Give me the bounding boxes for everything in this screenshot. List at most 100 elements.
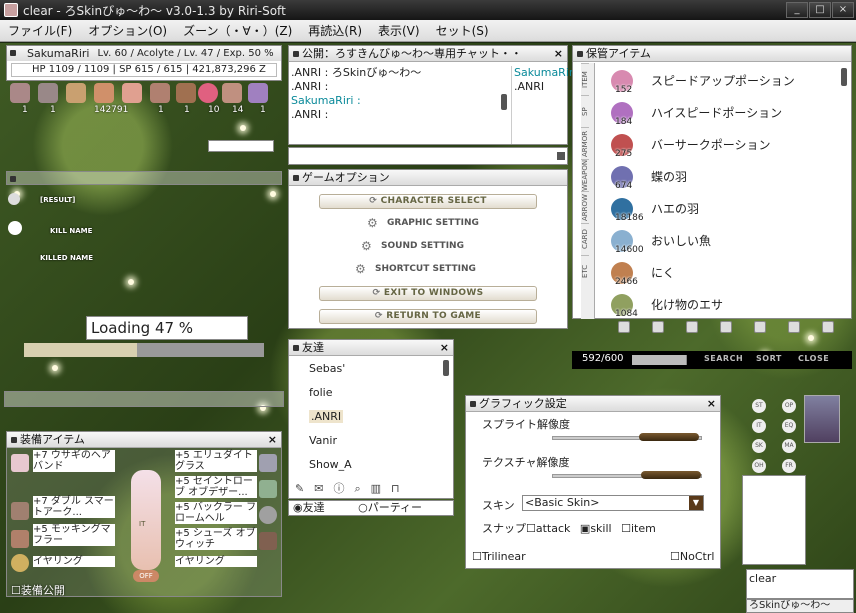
noctrl-option[interactable]: ☐NoCtrl bbox=[670, 550, 714, 563]
status-toggle-button[interactable]: ST bbox=[752, 399, 766, 413]
game-options-header[interactable]: ゲームオプション bbox=[289, 170, 567, 186]
equip-slot-accessory-right[interactable]: イヤリング bbox=[175, 556, 257, 567]
equipment-header[interactable]: 装備アイテム × bbox=[7, 432, 281, 448]
storage-item[interactable]: 275 バーサークポーション bbox=[601, 129, 837, 161]
graphics-settings-window[interactable]: グラフィック設定 × スプライト解像度 テクスチャ解像度 スキン <Basic … bbox=[465, 395, 721, 569]
trash-icon[interactable]: ▥ bbox=[371, 482, 391, 495]
equip-slot-shield[interactable]: +5 バックラー フロームヘル bbox=[175, 502, 257, 524]
result-panel-header[interactable] bbox=[6, 171, 282, 185]
hotkey-slot-6-icon[interactable] bbox=[150, 83, 170, 103]
mini-window[interactable] bbox=[742, 475, 806, 565]
minimize-button[interactable]: _ bbox=[786, 2, 808, 18]
snap-skill-label[interactable]: skill bbox=[590, 522, 611, 535]
tab-party[interactable]: パーティー bbox=[368, 501, 422, 514]
slider-knob[interactable] bbox=[641, 471, 701, 479]
friends-window[interactable]: 友達 × Sebas' folie .ANRI Vanir Show_A ✎✉ⓘ… bbox=[288, 339, 454, 499]
equip-toggle-button[interactable]: EQ bbox=[782, 419, 796, 433]
checkbox-icon[interactable]: ☐ bbox=[472, 550, 482, 563]
info-icon[interactable]: ⓘ bbox=[333, 482, 354, 495]
tab-card[interactable]: CARD bbox=[581, 223, 589, 255]
tab-arrow[interactable]: ARROW bbox=[581, 191, 589, 223]
equip-slot-accessory-left[interactable]: イヤリング bbox=[33, 556, 115, 567]
option-toggle-button[interactable]: OP bbox=[782, 399, 796, 413]
storage-item[interactable]: 18186 ハエの羽 bbox=[601, 193, 837, 225]
storage-slot[interactable] bbox=[618, 321, 630, 333]
storage-slot[interactable] bbox=[754, 321, 766, 333]
search-button[interactable]: SEARCH bbox=[704, 354, 743, 363]
map-chat-box[interactable]: clear bbox=[746, 569, 854, 599]
friend-item[interactable]: Show_A bbox=[309, 458, 352, 471]
menu-options[interactable]: オプション(O) bbox=[80, 22, 175, 39]
menu-view[interactable]: 表示(V) bbox=[370, 22, 428, 39]
storage-slot[interactable] bbox=[822, 321, 834, 333]
skill-toggle-button[interactable]: SK bbox=[752, 439, 766, 453]
friends-scrollbar[interactable] bbox=[443, 360, 449, 376]
game-options-window[interactable]: ゲームオプション ⟳ CHARACTER SELECT ⚙ GRAPHIC SET… bbox=[288, 169, 568, 329]
checkbox-icon[interactable]: ☐ bbox=[11, 584, 21, 597]
close-button[interactable]: × bbox=[832, 2, 854, 18]
snap-item-label[interactable]: item bbox=[631, 522, 656, 535]
equip-public-option[interactable]: ☐装備公開 bbox=[11, 582, 65, 598]
close-icon[interactable]: × bbox=[440, 340, 449, 355]
storage-window[interactable]: 保管アイテム ITEM SP ARMOR WEAPON ARROW CARD E… bbox=[572, 45, 852, 319]
hotkey-slot-3-icon[interactable] bbox=[66, 83, 86, 103]
tab-item[interactable]: ITEM bbox=[581, 63, 589, 95]
equip-off-toggle[interactable]: OFF bbox=[133, 570, 159, 582]
resize-icon[interactable] bbox=[557, 152, 565, 160]
storage-item[interactable]: 674 蝶の羽 bbox=[601, 161, 837, 193]
menu-zoom[interactable]: ズーン（・∀・）(Z) bbox=[175, 22, 300, 39]
tab-etc[interactable]: ETC bbox=[581, 255, 589, 287]
friend-item[interactable]: Vanir bbox=[309, 434, 337, 447]
sound-setting-button[interactable]: ⚙ SOUND SETTING bbox=[361, 239, 464, 253]
hotkey-slot-7-icon[interactable] bbox=[176, 83, 196, 103]
skin-select[interactable]: <Basic Skin> ▼ bbox=[522, 495, 704, 511]
sprite-resolution-slider[interactable] bbox=[552, 433, 702, 441]
sort-button[interactable]: SORT bbox=[756, 354, 782, 363]
hotkey-input[interactable] bbox=[208, 140, 274, 152]
collapsed-panel[interactable] bbox=[4, 391, 284, 407]
trilinear-option[interactable]: ☐Trilinear bbox=[472, 550, 526, 563]
maximize-button[interactable]: □ bbox=[809, 2, 831, 18]
friends-header[interactable]: 友達 × bbox=[289, 340, 453, 356]
hotkey-slot-1-icon[interactable] bbox=[10, 83, 30, 103]
hotkey-slot-2-icon[interactable] bbox=[38, 83, 58, 103]
it-label[interactable]: IT bbox=[139, 520, 145, 528]
exit-to-windows-button[interactable]: ⟳ EXIT TO WINDOWS bbox=[319, 286, 537, 301]
close-icon[interactable]: × bbox=[554, 46, 563, 61]
note-icon[interactable]: ✎ bbox=[295, 482, 314, 495]
graphics-header[interactable]: グラフィック設定 × bbox=[466, 396, 720, 412]
hotkey-slot-4-icon[interactable] bbox=[94, 83, 114, 103]
tab-sp[interactable]: SP bbox=[581, 95, 589, 127]
equip-slot-head[interactable]: +7 ウサギのヘアバンド bbox=[33, 450, 115, 472]
friend-item[interactable]: folie bbox=[309, 386, 332, 399]
equipment-window[interactable]: 装備アイテム × +7 ウサギのヘアバンド +7 ダブル スマートアーク... … bbox=[6, 431, 282, 597]
tab-friends[interactable]: 友達 bbox=[303, 501, 325, 514]
hotkey-slot-9-icon[interactable] bbox=[222, 83, 242, 103]
chevron-down-icon[interactable]: ▼ bbox=[689, 496, 703, 510]
chat-window[interactable]: 公開：ろすきんびゅ～わ～専用チャット・・ × .ANRI : ろSkinびゅ～わ… bbox=[288, 45, 573, 145]
radio-icon[interactable]: ○ bbox=[358, 501, 368, 514]
close-icon[interactable]: × bbox=[707, 396, 716, 411]
map-toggle-button[interactable]: MA bbox=[782, 439, 796, 453]
friend-item-selected[interactable]: .ANRI bbox=[309, 410, 344, 423]
search-icon[interactable]: ⌕ bbox=[354, 482, 370, 495]
storage-item[interactable]: 184 ハイスピードポーション bbox=[601, 97, 837, 129]
status-header[interactable]: SakumaRiri Lv. 60 / Acolyte / Lv. 47 / E… bbox=[7, 46, 281, 61]
game-viewport[interactable]: SakumaRiri Lv. 60 / Acolyte / Lv. 47 / E… bbox=[0, 43, 856, 613]
hotkey-slot-5-icon[interactable] bbox=[122, 83, 142, 103]
tab-armor[interactable]: ARMOR bbox=[581, 127, 589, 159]
equip-slot-glasses[interactable]: +5 エリュダイトグラス bbox=[175, 450, 257, 472]
storage-item[interactable]: 1084 化け物のエサ bbox=[601, 289, 837, 321]
equip-slot-garment[interactable]: +5 モッキングマフラー bbox=[33, 524, 115, 546]
checkbox-icon[interactable]: ☐ bbox=[526, 522, 536, 535]
close-storage-button[interactable]: CLOSE bbox=[798, 354, 829, 363]
radio-selected-icon[interactable]: ◉ bbox=[293, 501, 303, 514]
equip-slot-armor[interactable]: +5 セイントローブ オブデザー... bbox=[175, 476, 257, 498]
checkbox-checked-icon[interactable]: ▣ bbox=[580, 522, 590, 535]
chat-name[interactable]: SakumaRir bbox=[514, 66, 573, 80]
equip-slot-shoes[interactable]: +5 シューズ オブ ウィッチ bbox=[175, 528, 257, 550]
storage-slot[interactable] bbox=[686, 321, 698, 333]
menu-reload[interactable]: 再読込(R) bbox=[300, 22, 370, 39]
tab-weapon[interactable]: WEAPON bbox=[581, 159, 589, 191]
hotkey-slot-8-icon[interactable] bbox=[198, 83, 218, 103]
